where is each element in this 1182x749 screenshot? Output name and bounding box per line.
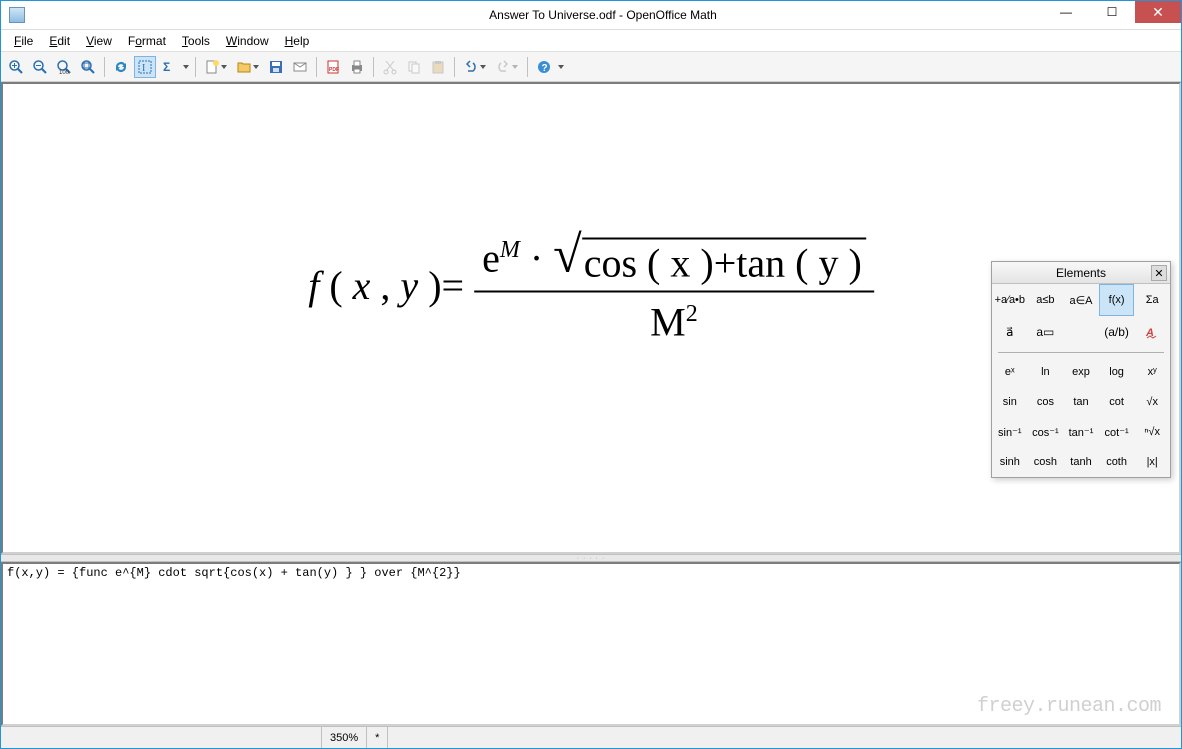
zoom-100-button[interactable]: 100: [53, 56, 75, 78]
separator: [527, 57, 528, 77]
status-zoom[interactable]: 350%: [321, 727, 366, 748]
dropdown-arrow[interactable]: [182, 65, 190, 69]
fn-log[interactable]: log: [1099, 357, 1135, 387]
fn-coth[interactable]: coth: [1099, 447, 1135, 477]
toolbar-overflow[interactable]: [557, 65, 565, 69]
fn-abs[interactable]: |x|: [1134, 447, 1170, 477]
menu-window[interactable]: Window: [219, 32, 276, 50]
statusbar: 350% *: [1, 726, 1181, 748]
refresh-button[interactable]: [110, 56, 132, 78]
formula-cursor-button[interactable]: Σ: [158, 56, 180, 78]
mail-button[interactable]: [289, 56, 311, 78]
window: Answer To Universe.odf - OpenOffice Math…: [0, 0, 1182, 749]
svg-text:100: 100: [59, 70, 70, 75]
cat-others[interactable]: A: [1134, 316, 1170, 348]
cat-relations[interactable]: a≤b: [1028, 284, 1064, 316]
zoom-page-button[interactable]: [77, 56, 99, 78]
separator: [104, 57, 105, 77]
sqrt-icon: √: [553, 237, 582, 273]
zoom-out-button[interactable]: [29, 56, 51, 78]
fn-sin[interactable]: sin: [992, 387, 1028, 417]
cat-functions[interactable]: f(x): [1099, 284, 1135, 316]
app-icon: [9, 7, 25, 23]
menu-tools[interactable]: Tools: [175, 32, 217, 50]
e-base: e: [482, 235, 500, 280]
menu-view[interactable]: View: [79, 32, 119, 50]
divider: [998, 352, 1164, 353]
menu-format[interactable]: Format: [121, 32, 173, 50]
svg-text:?: ?: [542, 63, 548, 74]
open-button[interactable]: [233, 56, 263, 78]
paste-button[interactable]: [427, 56, 449, 78]
fn-xy[interactable]: xʸ: [1134, 357, 1170, 387]
cat-unary[interactable]: +a⁄a•b: [992, 284, 1028, 316]
fn-ln[interactable]: ln: [1028, 357, 1064, 387]
den-exponent: 2: [686, 301, 698, 327]
elements-title[interactable]: Elements ✕: [992, 262, 1170, 284]
fn-acot[interactable]: cot⁻¹: [1099, 417, 1135, 447]
undo-button[interactable]: [460, 56, 490, 78]
redo-button[interactable]: [492, 56, 522, 78]
titlebar: Answer To Universe.odf - OpenOffice Math…: [1, 1, 1181, 30]
help-button[interactable]: ?: [533, 56, 555, 78]
toolbar: 100 I Σ PDF ?: [1, 52, 1181, 82]
maximize-button[interactable]: ☐: [1089, 1, 1135, 23]
minimize-button[interactable]: —: [1043, 1, 1089, 23]
fn-cot[interactable]: cot: [1099, 387, 1135, 417]
print-button[interactable]: [346, 56, 368, 78]
fn-tanh[interactable]: tanh: [1063, 447, 1099, 477]
elements-categories: +a⁄a•b a≤b a∈A f(x) Σa a⃗ a▭ (a/b) A eˣ …: [992, 284, 1170, 477]
code-text: f(x,y) = {func e^{M} cdot sqrt{cos(x) + …: [7, 566, 461, 580]
svg-text:Σ: Σ: [163, 60, 170, 74]
zoom-in-button[interactable]: [5, 56, 27, 78]
cat-attributes[interactable]: a⃗: [992, 316, 1028, 348]
fn-exp[interactable]: exp: [1063, 357, 1099, 387]
separator: [373, 57, 374, 77]
separator: [454, 57, 455, 77]
cat-brackets[interactable]: a▭: [1028, 316, 1064, 348]
cat-set[interactable]: a∈A: [1063, 284, 1099, 316]
menu-edit[interactable]: Edit: [42, 32, 77, 50]
fn-asin[interactable]: sin⁻¹: [992, 417, 1028, 447]
splitter[interactable]: · · · · ·: [1, 554, 1181, 562]
fn-ex[interactable]: eˣ: [992, 357, 1028, 387]
auto-update-button[interactable]: I: [134, 56, 156, 78]
save-button[interactable]: [265, 56, 287, 78]
watermark: freey.runean.com: [977, 695, 1161, 718]
elements-close-button[interactable]: ✕: [1151, 265, 1167, 281]
cat-formats[interactable]: (a/b): [1099, 316, 1135, 348]
fn-cos[interactable]: cos: [1028, 387, 1064, 417]
elements-panel[interactable]: Elements ✕ +a⁄a•b a≤b a∈A f(x) Σa a⃗ a▭ …: [991, 261, 1171, 478]
menu-help[interactable]: Help: [278, 32, 317, 50]
status-blank: [387, 727, 1181, 748]
fn-cosh[interactable]: cosh: [1028, 447, 1064, 477]
cat-blank: [1063, 316, 1099, 348]
copy-button[interactable]: [403, 56, 425, 78]
fn-acos[interactable]: cos⁻¹: [1028, 417, 1064, 447]
window-controls: — ☐ ✕: [1043, 1, 1181, 23]
den-base: M: [650, 299, 686, 344]
svg-text:PDF: PDF: [329, 67, 339, 73]
new-button[interactable]: [201, 56, 231, 78]
cut-button[interactable]: [379, 56, 401, 78]
fn-tan[interactable]: tan: [1063, 387, 1099, 417]
pdf-button[interactable]: PDF: [322, 56, 344, 78]
fn-sinh[interactable]: sinh: [992, 447, 1028, 477]
fn-sqrt[interactable]: √x: [1134, 387, 1170, 417]
fn-atan[interactable]: tan⁻¹: [1063, 417, 1099, 447]
window-title: Answer To Universe.odf - OpenOffice Math: [25, 8, 1181, 22]
separator: [195, 57, 196, 77]
status-modified: *: [366, 727, 387, 748]
e-exponent: M: [500, 237, 520, 263]
close-button[interactable]: ✕: [1135, 1, 1181, 23]
svg-text:I: I: [142, 63, 145, 74]
rendered-formula: f ( x , y )= eM · √ cos ( x )+tan ( y ) …: [308, 234, 874, 345]
menubar: File Edit View Format Tools Window Help: [1, 30, 1181, 52]
fn-nroot[interactable]: ⁿ√x: [1134, 417, 1170, 447]
dot-operator: ·: [530, 235, 543, 280]
formula-code-editor[interactable]: f(x,y) = {func e^{M} cdot sqrt{cos(x) + …: [1, 562, 1181, 726]
menu-file[interactable]: File: [7, 32, 40, 50]
cat-operators[interactable]: Σa: [1134, 284, 1170, 316]
separator: [316, 57, 317, 77]
